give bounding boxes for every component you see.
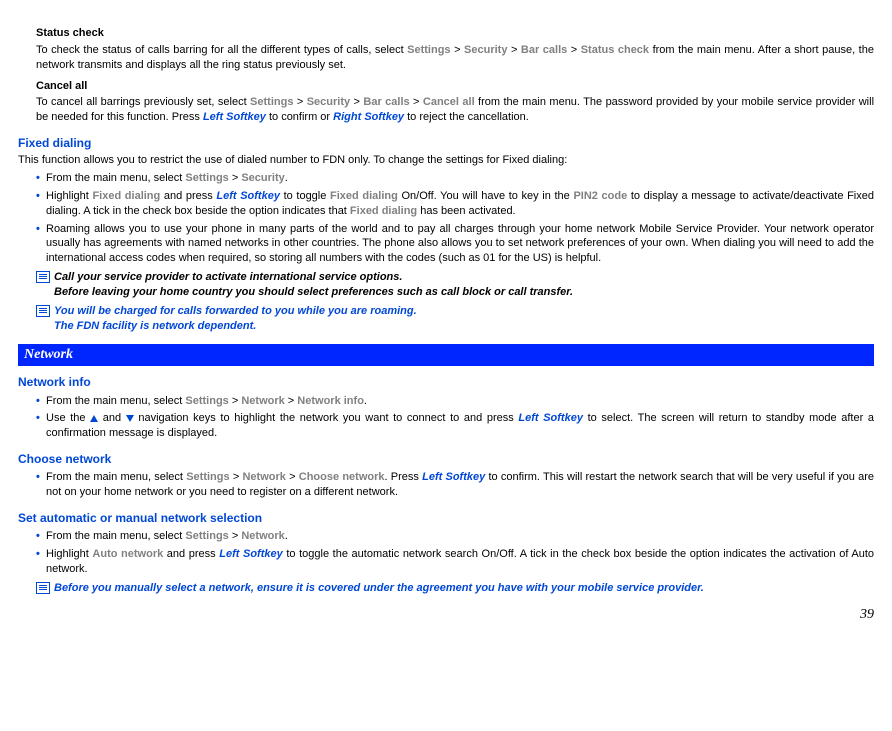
pin2-label: PIN2 code xyxy=(573,190,627,202)
text: From the main menu, select xyxy=(46,471,186,483)
sep: > xyxy=(507,44,520,56)
network-info-heading: Network info xyxy=(18,374,874,390)
fixed-dialing-label: Fixed dialing xyxy=(330,190,398,202)
text: From the main menu, select xyxy=(46,530,185,542)
note-icon xyxy=(36,271,50,283)
path-settings: Settings xyxy=(407,44,450,56)
auto-network-label: Auto network xyxy=(92,548,163,560)
list-item: From the main menu, select Settings > Ne… xyxy=(36,394,874,409)
sep: > xyxy=(285,395,298,407)
text: to reject the cancellation. xyxy=(404,111,529,123)
path-choose-network: Choose network xyxy=(299,471,385,483)
note-block: Call your service provider to activate i… xyxy=(36,270,874,300)
auto-manual-heading: Set automatic or manual network selectio… xyxy=(18,510,874,526)
text: From the main menu, select xyxy=(46,395,185,407)
list-item: Roaming allows you to use your phone in … xyxy=(36,222,874,267)
text: Highlight xyxy=(46,190,92,202)
nav-down-icon xyxy=(126,415,134,422)
fixed-dialing-intro: This function allows you to restrict the… xyxy=(18,153,874,168)
left-softkey: Left Softkey xyxy=(518,412,583,424)
path-settings: Settings xyxy=(185,395,228,407)
left-softkey: Left Softkey xyxy=(422,471,485,483)
path-settings: Settings xyxy=(185,530,228,542)
sep: > xyxy=(229,395,242,407)
sep: > xyxy=(410,96,423,108)
note-icon xyxy=(36,582,50,594)
text: to confirm or xyxy=(266,111,333,123)
left-softkey: Left Softkey xyxy=(203,111,266,123)
path-security: Security xyxy=(307,96,350,108)
list-item: From the main menu, select Settings > Ne… xyxy=(36,529,874,544)
path-status-check: Status check xyxy=(581,44,649,56)
note-line: Call your service provider to activate i… xyxy=(54,270,874,285)
fixed-dialing-label: Fixed dialing xyxy=(350,205,417,217)
path-settings: Settings xyxy=(250,96,293,108)
status-check-body: To check the status of calls barring for… xyxy=(36,43,874,73)
path-network-info: Network info xyxy=(297,395,364,407)
path-security: Security xyxy=(241,172,284,184)
choose-network-heading: Choose network xyxy=(18,451,874,467)
cancel-all-title: Cancel all xyxy=(36,79,874,94)
nav-up-icon xyxy=(90,415,98,422)
text: . xyxy=(285,172,288,184)
path-settings: Settings xyxy=(186,471,229,483)
path-network: Network xyxy=(241,395,284,407)
note-icon xyxy=(36,305,50,317)
path-network: Network xyxy=(242,471,285,483)
right-softkey: Right Softkey xyxy=(333,111,404,123)
status-check-title: Status check xyxy=(36,26,874,41)
path-bar-calls: Bar calls xyxy=(521,44,567,56)
text: Highlight xyxy=(46,548,92,560)
text: . xyxy=(285,530,288,542)
list-item: From the main menu, select Settings > Ne… xyxy=(36,470,874,500)
path-bar-calls: Bar calls xyxy=(363,96,409,108)
text: To check the status of calls barring for… xyxy=(36,44,407,56)
text: From the main menu, select xyxy=(46,172,185,184)
note-block: You will be charged for calls forwarded … xyxy=(36,304,874,334)
fixed-dialing-heading: Fixed dialing xyxy=(18,135,874,151)
path-settings: Settings xyxy=(185,172,228,184)
path-cancel-all: Cancel all xyxy=(423,96,475,108)
text: navigation keys to highlight the network… xyxy=(134,412,519,424)
sep: > xyxy=(229,172,242,184)
network-section-bar: Network xyxy=(18,344,874,367)
path-security: Security xyxy=(464,44,507,56)
list-item: Highlight Auto network and press Left So… xyxy=(36,547,874,577)
text: On/Off. You will have to key in the xyxy=(398,190,574,202)
note-line: Before you manually select a network, en… xyxy=(54,581,874,596)
note-line: The FDN facility is network dependent. xyxy=(54,319,874,334)
sep: > xyxy=(451,44,464,56)
left-softkey: Left Softkey xyxy=(219,548,283,560)
page-number: 39 xyxy=(18,606,874,625)
sep: > xyxy=(293,96,306,108)
text: and press xyxy=(160,190,216,202)
text: and xyxy=(98,412,126,424)
sep: > xyxy=(230,471,243,483)
sep: > xyxy=(350,96,363,108)
sep: > xyxy=(229,530,242,542)
text: to toggle xyxy=(280,190,330,202)
text: . xyxy=(364,395,367,407)
sep: > xyxy=(567,44,580,56)
list-item: From the main menu, select Settings > Se… xyxy=(36,171,874,186)
list-item: Use the and navigation keys to highlight… xyxy=(36,411,874,441)
sep: > xyxy=(286,471,299,483)
left-softkey: Left Softkey xyxy=(216,190,280,202)
note-block: Before you manually select a network, en… xyxy=(36,581,874,596)
cancel-all-body: To cancel all barrings previously set, s… xyxy=(36,95,874,125)
fixed-dialing-label: Fixed dialing xyxy=(92,190,160,202)
note-line: Before leaving your home country you sho… xyxy=(54,285,874,300)
text: . Press xyxy=(385,471,423,483)
text: and press xyxy=(163,548,219,560)
list-item: Highlight Fixed dialing and press Left S… xyxy=(36,189,874,219)
note-line: You will be charged for calls forwarded … xyxy=(54,304,874,319)
text: has been activated. xyxy=(417,205,515,217)
text: To cancel all barrings previously set, s… xyxy=(36,96,250,108)
path-network: Network xyxy=(241,530,284,542)
text: Use the xyxy=(46,412,90,424)
